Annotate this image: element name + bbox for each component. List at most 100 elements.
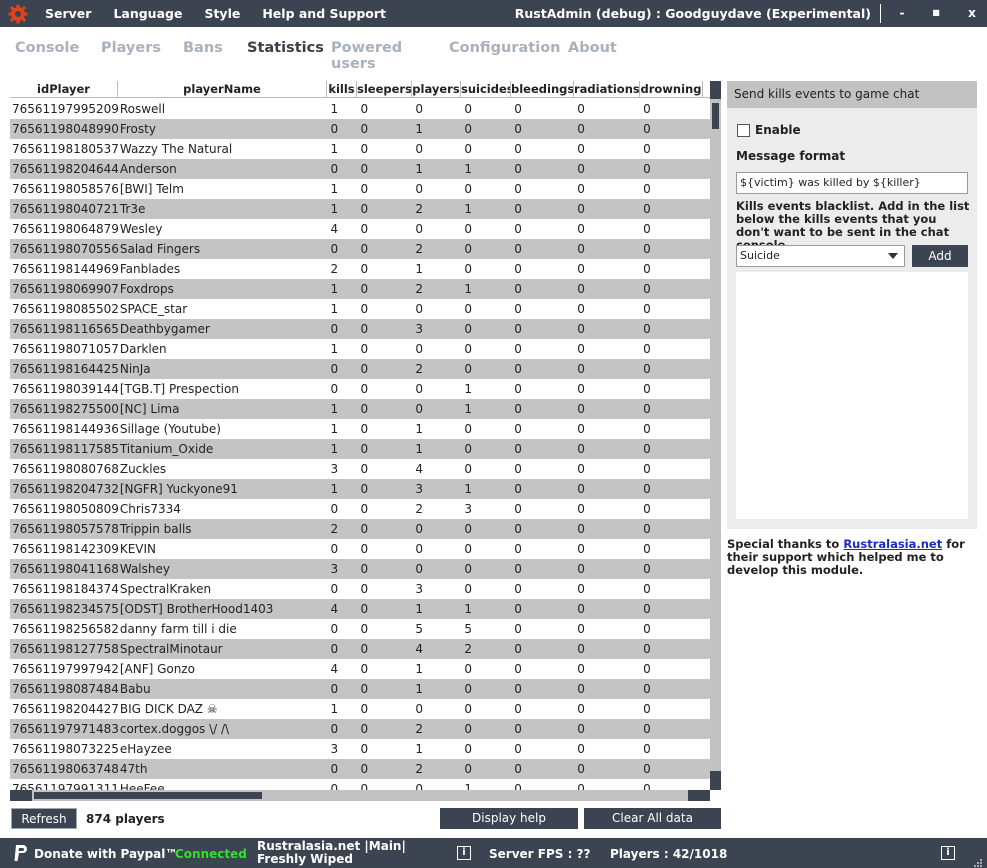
scroll-down-button[interactable] bbox=[710, 771, 721, 791]
cell-idplayer: 76561198142309667 bbox=[12, 542, 118, 556]
horizontal-scroll-thumb[interactable] bbox=[34, 792, 262, 799]
tab-configuration[interactable]: Configuration bbox=[449, 40, 568, 72]
cell-kills: 0 bbox=[330, 322, 339, 336]
horizontal-scrollbar[interactable] bbox=[10, 790, 710, 801]
cell-idplayer: 76561198050809581 bbox=[12, 502, 118, 516]
cell-sleepers: 0 bbox=[360, 222, 369, 236]
resize-grip-icon[interactable] bbox=[973, 858, 983, 868]
cell-kills: 0 bbox=[330, 162, 339, 176]
column-header-drowning[interactable]: drowning bbox=[640, 81, 703, 98]
table-row[interactable]: 76561198040721876Tr3e 1 0 2 1 0 0 0 bbox=[10, 199, 710, 219]
column-header-playername[interactable]: playerName bbox=[118, 81, 327, 98]
table-row[interactable]: 76561198085502226SPACE_star 1 0 0 0 0 0 0 bbox=[10, 299, 710, 319]
table-row[interactable]: 76561198116565399Deathbygamer 0 0 3 0 0 0 0 bbox=[10, 319, 710, 339]
minimize-button[interactable]: - bbox=[891, 4, 913, 22]
cell-drowning: 0 bbox=[643, 402, 651, 416]
table-row[interactable]: 76561198144969529Fanblades 2 0 1 0 0 0 0 bbox=[10, 259, 710, 279]
cell-radiations: 0 bbox=[577, 102, 585, 116]
menu-style[interactable]: Style bbox=[204, 6, 240, 21]
table-row[interactable]: 76561197995209195Roswell 1 0 0 0 0 0 0 bbox=[10, 99, 710, 119]
table-row[interactable]: 7656119806374889647th 0 0 2 0 0 0 0 bbox=[10, 759, 710, 779]
cell-idplayer: 76561198184374154 bbox=[12, 582, 118, 596]
table-row[interactable]: 76561198069907701Foxdrops 1 0 2 1 0 0 0 bbox=[10, 279, 710, 299]
column-header-overflow[interactable] bbox=[703, 81, 710, 98]
cell-players: 0 bbox=[415, 142, 424, 156]
scroll-left-button[interactable] bbox=[10, 790, 32, 801]
column-header-sleepers[interactable]: sleepers bbox=[357, 81, 412, 98]
scroll-right-button[interactable] bbox=[688, 790, 710, 801]
players-info-icon[interactable]: i bbox=[941, 846, 955, 860]
table-row[interactable]: 76561198117585551Titanium_Oxide 1 0 1 0 0 0 0 bbox=[10, 439, 710, 459]
enable-label[interactable]: Enable bbox=[755, 123, 801, 137]
cell-sleepers: 0 bbox=[360, 102, 369, 116]
table-row[interactable]: 76561198144936394Sillage (Youtube) 1 0 1 0 0 0… bbox=[10, 419, 710, 439]
table-row[interactable]: 76561198057578202Trippin balls 2 0 0 0 0 0 0 bbox=[10, 519, 710, 539]
table-row[interactable]: 76561197971483095cortex.doggos \/ /\ 0 0 2 0… bbox=[10, 719, 710, 739]
column-header-bleedings[interactable]: bleedings bbox=[511, 81, 574, 98]
table-row[interactable]: 76561198070556384Salad Fingers 0 0 2 0 0 0 0 bbox=[10, 239, 710, 259]
cell-overflow bbox=[702, 739, 710, 759]
add-blacklist-button[interactable]: Add bbox=[912, 245, 968, 267]
table-row[interactable]: 76561198204644007Anderson 0 0 1 1 0 0 0 bbox=[10, 159, 710, 179]
table-row[interactable]: 76561198087484108Babu 0 0 1 0 0 0 0 bbox=[10, 679, 710, 699]
paypal-icon[interactable] bbox=[12, 844, 30, 862]
blacklist-listbox[interactable] bbox=[736, 272, 968, 519]
server-info-icon[interactable]: i bbox=[457, 846, 471, 860]
table-row[interactable]: 76561198050809581Chris7334 0 0 2 3 0 0 0 bbox=[10, 499, 710, 519]
vertical-scroll-thumb[interactable] bbox=[712, 103, 719, 129]
tab-console[interactable]: Console bbox=[15, 40, 101, 72]
cell-overflow bbox=[702, 659, 710, 679]
table-row[interactable]: 76561198204427388BIG DICK DAZ ☠ 1 0 0 0 0 0 0 bbox=[10, 699, 710, 719]
refresh-button[interactable]: Refresh bbox=[11, 808, 77, 829]
table-row[interactable]: 76561198073225694eHayzee 3 0 1 0 0 0 0 bbox=[10, 739, 710, 759]
maximize-button[interactable]: ■ bbox=[925, 4, 947, 22]
table-row[interactable]: 76561198180537442Wazzy The Natural 1 0 0 0 0 0… bbox=[10, 139, 710, 159]
cell-overflow bbox=[702, 559, 710, 579]
donate-paypal-link[interactable]: Donate with Paypal™ bbox=[34, 847, 177, 861]
cell-kills: 0 bbox=[330, 722, 339, 736]
message-format-input[interactable]: ${victim} was killed by ${killer} bbox=[736, 172, 968, 194]
tab-powered-users[interactable]: Powered users bbox=[331, 40, 449, 72]
menu-language[interactable]: Language bbox=[113, 6, 182, 21]
cell-radiations: 0 bbox=[577, 642, 585, 656]
table-row[interactable]: 76561198275500548[NC] Lima 1 0 0 1 0 0 0 bbox=[10, 399, 710, 419]
blacklist-event-select[interactable]: Suicide bbox=[736, 245, 905, 267]
cell-bleedings: 0 bbox=[514, 462, 522, 476]
menu-help-support[interactable]: Help and Support bbox=[262, 6, 386, 21]
table-row[interactable]: 76561198039144396[TGB.T] Prespection 0 0 0 1… bbox=[10, 379, 710, 399]
cell-kills: 0 bbox=[330, 362, 339, 376]
table-row[interactable]: 76561198041168579Walshey 3 0 0 0 0 0 0 bbox=[10, 559, 710, 579]
cell-radiations: 0 bbox=[577, 582, 585, 596]
table-row[interactable]: 76561198164425363NinJa 0 0 2 0 0 0 0 bbox=[10, 359, 710, 379]
table-row[interactable]: 76561198071057342Darklen 1 0 0 0 0 0 0 bbox=[10, 339, 710, 359]
clear-all-data-button[interactable]: Clear All data bbox=[584, 808, 721, 829]
cell-idplayer: 76561198116565399 bbox=[12, 322, 118, 336]
table-row[interactable]: 76561198256582158danny farm till i die 0 0… bbox=[10, 619, 710, 639]
enable-checkbox[interactable] bbox=[737, 124, 750, 137]
table-row[interactable]: 76561198204732787[NGFR] Yuckyone91 1 0 3 1 0 0… bbox=[10, 479, 710, 499]
close-button[interactable]: x bbox=[961, 4, 983, 22]
scroll-up-button[interactable] bbox=[710, 81, 721, 99]
column-header-kills[interactable]: kills bbox=[327, 81, 357, 98]
menu-server[interactable]: Server bbox=[45, 6, 91, 21]
table-row[interactable]: 76561198048990429Frosty 0 0 1 0 0 0 0 bbox=[10, 119, 710, 139]
tab-players[interactable]: Players bbox=[101, 40, 183, 72]
table-row[interactable]: 76561198234575096[ODST] BrotherHood1403 4… bbox=[10, 599, 710, 619]
tab-bans[interactable]: Bans bbox=[183, 40, 247, 72]
table-row[interactable]: 76561198080768316Zuckles 3 0 4 0 0 0 0 bbox=[10, 459, 710, 479]
column-header-players[interactable]: players bbox=[412, 81, 461, 98]
display-help-button[interactable]: Display help bbox=[440, 808, 578, 829]
column-header-idplayer[interactable]: idPlayer bbox=[10, 81, 118, 98]
column-header-suicides[interactable]: suicides bbox=[461, 81, 511, 98]
rustralasia-link[interactable]: Rustralasia.net bbox=[843, 537, 942, 551]
table-row[interactable]: 76561198064879925Wesley 4 0 0 0 0 0 0 bbox=[10, 219, 710, 239]
table-row[interactable]: 76561198184374154SpectralKraken 0 0 3 0 0 0 0 bbox=[10, 579, 710, 599]
tab-about[interactable]: About bbox=[568, 40, 628, 72]
table-row[interactable]: 76561197997942034[ANF] Gonzo 4 0 1 0 0 0 0 bbox=[10, 659, 710, 679]
table-row[interactable]: 76561198127758108SpectralMinotaur 0 0 4 2 0 0 0 bbox=[10, 639, 710, 659]
table-row[interactable]: 76561198142309667KEVIN 0 0 0 0 0 0 0 bbox=[10, 539, 710, 559]
tab-statistics[interactable]: Statistics bbox=[247, 40, 331, 72]
column-header-radiations[interactable]: radiations bbox=[574, 81, 640, 98]
table-row[interactable]: 76561198058576007[BWI] Telm 1 0 0 0 0 0 0 bbox=[10, 179, 710, 199]
vertical-scrollbar[interactable] bbox=[710, 81, 721, 792]
